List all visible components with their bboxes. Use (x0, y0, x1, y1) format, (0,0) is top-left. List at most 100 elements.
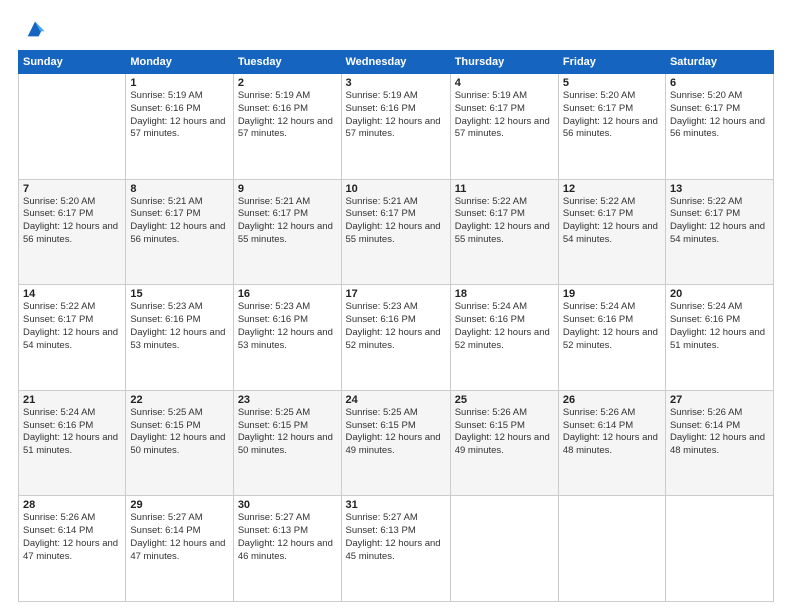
day-info: Sunrise: 5:22 AMSunset: 6:17 PMDaylight:… (670, 196, 769, 247)
day-number: 9 (238, 183, 337, 195)
calendar-day-cell: 14Sunrise: 5:22 AMSunset: 6:17 PMDayligh… (19, 285, 126, 391)
day-number: 12 (563, 183, 661, 195)
day-info: Sunrise: 5:24 AMSunset: 6:16 PMDaylight:… (670, 301, 769, 352)
day-number: 27 (670, 394, 769, 406)
day-info: Sunrise: 5:19 AMSunset: 6:16 PMDaylight:… (346, 90, 446, 141)
calendar-day-cell: 17Sunrise: 5:23 AMSunset: 6:16 PMDayligh… (341, 285, 450, 391)
day-number: 1 (130, 77, 228, 89)
day-info: Sunrise: 5:21 AMSunset: 6:17 PMDaylight:… (238, 196, 337, 247)
calendar-week-row: 7Sunrise: 5:20 AMSunset: 6:17 PMDaylight… (19, 179, 774, 285)
calendar-day-cell: 24Sunrise: 5:25 AMSunset: 6:15 PMDayligh… (341, 390, 450, 496)
day-number: 20 (670, 288, 769, 300)
calendar-day-cell: 13Sunrise: 5:22 AMSunset: 6:17 PMDayligh… (665, 179, 773, 285)
calendar-day-cell (450, 496, 558, 602)
day-number: 5 (563, 77, 661, 89)
day-number: 13 (670, 183, 769, 195)
calendar-day-cell: 28Sunrise: 5:26 AMSunset: 6:14 PMDayligh… (19, 496, 126, 602)
day-info: Sunrise: 5:21 AMSunset: 6:17 PMDaylight:… (346, 196, 446, 247)
day-info: Sunrise: 5:25 AMSunset: 6:15 PMDaylight:… (238, 407, 337, 458)
day-info: Sunrise: 5:24 AMSunset: 6:16 PMDaylight:… (563, 301, 661, 352)
day-info: Sunrise: 5:26 AMSunset: 6:14 PMDaylight:… (670, 407, 769, 458)
calendar-day-cell: 18Sunrise: 5:24 AMSunset: 6:16 PMDayligh… (450, 285, 558, 391)
weekday-header: Thursday (450, 51, 558, 74)
calendar-day-cell: 4Sunrise: 5:19 AMSunset: 6:17 PMDaylight… (450, 74, 558, 180)
calendar-week-row: 28Sunrise: 5:26 AMSunset: 6:14 PMDayligh… (19, 496, 774, 602)
calendar-day-cell: 23Sunrise: 5:25 AMSunset: 6:15 PMDayligh… (233, 390, 341, 496)
calendar-day-cell: 15Sunrise: 5:23 AMSunset: 6:16 PMDayligh… (126, 285, 233, 391)
day-number: 15 (130, 288, 228, 300)
weekday-header: Saturday (665, 51, 773, 74)
day-number: 7 (23, 183, 121, 195)
day-info: Sunrise: 5:26 AMSunset: 6:14 PMDaylight:… (563, 407, 661, 458)
weekday-header: Friday (558, 51, 665, 74)
calendar-day-cell (665, 496, 773, 602)
calendar-day-cell: 31Sunrise: 5:27 AMSunset: 6:13 PMDayligh… (341, 496, 450, 602)
calendar-day-cell: 7Sunrise: 5:20 AMSunset: 6:17 PMDaylight… (19, 179, 126, 285)
calendar-day-cell: 9Sunrise: 5:21 AMSunset: 6:17 PMDaylight… (233, 179, 341, 285)
day-number: 26 (563, 394, 661, 406)
day-number: 8 (130, 183, 228, 195)
day-info: Sunrise: 5:27 AMSunset: 6:13 PMDaylight:… (346, 512, 446, 563)
day-number: 18 (455, 288, 554, 300)
calendar-day-cell: 27Sunrise: 5:26 AMSunset: 6:14 PMDayligh… (665, 390, 773, 496)
day-number: 14 (23, 288, 121, 300)
day-info: Sunrise: 5:20 AMSunset: 6:17 PMDaylight:… (23, 196, 121, 247)
day-info: Sunrise: 5:24 AMSunset: 6:16 PMDaylight:… (455, 301, 554, 352)
calendar-table: SundayMondayTuesdayWednesdayThursdayFrid… (18, 50, 774, 602)
day-info: Sunrise: 5:22 AMSunset: 6:17 PMDaylight:… (23, 301, 121, 352)
day-number: 3 (346, 77, 446, 89)
calendar-day-cell: 1Sunrise: 5:19 AMSunset: 6:16 PMDaylight… (126, 74, 233, 180)
day-number: 30 (238, 499, 337, 511)
day-info: Sunrise: 5:20 AMSunset: 6:17 PMDaylight:… (563, 90, 661, 141)
calendar-day-cell: 12Sunrise: 5:22 AMSunset: 6:17 PMDayligh… (558, 179, 665, 285)
day-number: 10 (346, 183, 446, 195)
calendar-day-cell: 21Sunrise: 5:24 AMSunset: 6:16 PMDayligh… (19, 390, 126, 496)
calendar-day-cell: 3Sunrise: 5:19 AMSunset: 6:16 PMDaylight… (341, 74, 450, 180)
day-number: 17 (346, 288, 446, 300)
day-info: Sunrise: 5:27 AMSunset: 6:14 PMDaylight:… (130, 512, 228, 563)
day-number: 16 (238, 288, 337, 300)
calendar-day-cell: 25Sunrise: 5:26 AMSunset: 6:15 PMDayligh… (450, 390, 558, 496)
day-info: Sunrise: 5:22 AMSunset: 6:17 PMDaylight:… (563, 196, 661, 247)
calendar-week-row: 1Sunrise: 5:19 AMSunset: 6:16 PMDaylight… (19, 74, 774, 180)
day-info: Sunrise: 5:26 AMSunset: 6:14 PMDaylight:… (23, 512, 121, 563)
calendar-day-cell: 5Sunrise: 5:20 AMSunset: 6:17 PMDaylight… (558, 74, 665, 180)
day-number: 11 (455, 183, 554, 195)
calendar-day-cell: 10Sunrise: 5:21 AMSunset: 6:17 PMDayligh… (341, 179, 450, 285)
calendar-week-row: 21Sunrise: 5:24 AMSunset: 6:16 PMDayligh… (19, 390, 774, 496)
day-number: 19 (563, 288, 661, 300)
calendar-day-cell: 6Sunrise: 5:20 AMSunset: 6:17 PMDaylight… (665, 74, 773, 180)
page: SundayMondayTuesdayWednesdayThursdayFrid… (0, 0, 792, 612)
calendar-week-row: 14Sunrise: 5:22 AMSunset: 6:17 PMDayligh… (19, 285, 774, 391)
logo-icon (24, 18, 46, 40)
calendar-day-cell: 8Sunrise: 5:21 AMSunset: 6:17 PMDaylight… (126, 179, 233, 285)
day-info: Sunrise: 5:19 AMSunset: 6:16 PMDaylight:… (130, 90, 228, 141)
calendar-day-cell: 11Sunrise: 5:22 AMSunset: 6:17 PMDayligh… (450, 179, 558, 285)
logo (18, 18, 46, 40)
day-number: 21 (23, 394, 121, 406)
day-info: Sunrise: 5:27 AMSunset: 6:13 PMDaylight:… (238, 512, 337, 563)
day-info: Sunrise: 5:25 AMSunset: 6:15 PMDaylight:… (130, 407, 228, 458)
day-number: 28 (23, 499, 121, 511)
calendar-day-cell: 16Sunrise: 5:23 AMSunset: 6:16 PMDayligh… (233, 285, 341, 391)
weekday-header-row: SundayMondayTuesdayWednesdayThursdayFrid… (19, 51, 774, 74)
calendar-day-cell: 29Sunrise: 5:27 AMSunset: 6:14 PMDayligh… (126, 496, 233, 602)
calendar-day-cell (19, 74, 126, 180)
day-number: 2 (238, 77, 337, 89)
day-info: Sunrise: 5:23 AMSunset: 6:16 PMDaylight:… (130, 301, 228, 352)
day-number: 6 (670, 77, 769, 89)
day-number: 25 (455, 394, 554, 406)
day-number: 23 (238, 394, 337, 406)
weekday-header: Wednesday (341, 51, 450, 74)
day-number: 24 (346, 394, 446, 406)
calendar-day-cell (558, 496, 665, 602)
day-info: Sunrise: 5:23 AMSunset: 6:16 PMDaylight:… (346, 301, 446, 352)
day-info: Sunrise: 5:25 AMSunset: 6:15 PMDaylight:… (346, 407, 446, 458)
calendar-day-cell: 20Sunrise: 5:24 AMSunset: 6:16 PMDayligh… (665, 285, 773, 391)
day-info: Sunrise: 5:24 AMSunset: 6:16 PMDaylight:… (23, 407, 121, 458)
day-info: Sunrise: 5:26 AMSunset: 6:15 PMDaylight:… (455, 407, 554, 458)
day-number: 29 (130, 499, 228, 511)
day-number: 22 (130, 394, 228, 406)
day-number: 4 (455, 77, 554, 89)
day-info: Sunrise: 5:19 AMSunset: 6:16 PMDaylight:… (238, 90, 337, 141)
